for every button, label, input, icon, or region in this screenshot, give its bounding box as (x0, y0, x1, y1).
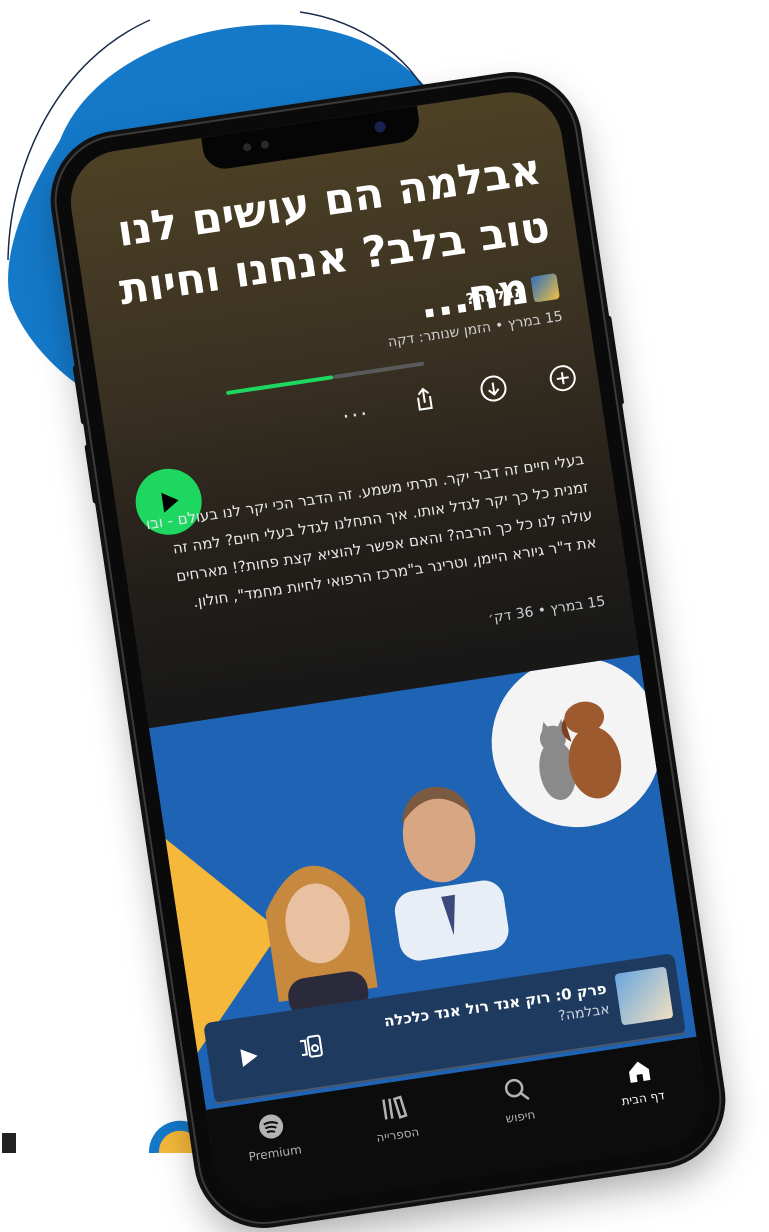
download-circle-icon[interactable] (476, 371, 510, 405)
more-options-label: ... (339, 394, 371, 424)
corner-logo-fragment (2, 1133, 16, 1153)
nav-library-label: הספרייה (375, 1124, 421, 1145)
episode-date-duration: 15 במרץ • 36 דק׳ (487, 593, 607, 627)
home-icon (629, 1061, 651, 1083)
mini-player-subtitle: אבלמה? (557, 1001, 611, 1025)
nav-home-label: דף הבית (620, 1088, 666, 1109)
nav-premium-label: Premium (247, 1142, 303, 1165)
episode-progress-track (332, 361, 425, 380)
nav-home[interactable]: דף הבית (592, 1051, 688, 1112)
host-man-photo (394, 786, 509, 961)
nav-search[interactable]: חיפוש (470, 1069, 566, 1130)
episode-progress-fill (225, 375, 334, 396)
podcast-name: אבלמה? (464, 281, 526, 309)
nav-library[interactable]: הספרייה (347, 1088, 443, 1149)
nav-premium[interactable]: Premium (225, 1106, 321, 1167)
more-options-button[interactable]: ... (338, 392, 372, 426)
library-icon (382, 1095, 408, 1120)
search-icon (504, 1078, 530, 1101)
episode-title: אבלמה הם עושים לנו טוב בלב? אנחנו וחיות … (114, 144, 562, 330)
share-icon[interactable] (407, 382, 441, 416)
mini-play-icon[interactable] (235, 1043, 263, 1074)
host-woman-photo (265, 865, 378, 1018)
mini-player-thumbnail (614, 966, 674, 1026)
nav-search-label: חיפוש (504, 1107, 537, 1126)
spotify-icon (259, 1114, 284, 1139)
plus-circle-icon[interactable] (546, 361, 580, 395)
devices-icon[interactable] (296, 1032, 326, 1066)
episode-description: בעלי חיים זה דבר יקר. תרתי משמע. זה הדבר… (144, 450, 598, 612)
podcast-thumbnail (530, 273, 560, 303)
pets-illustration (480, 654, 674, 839)
